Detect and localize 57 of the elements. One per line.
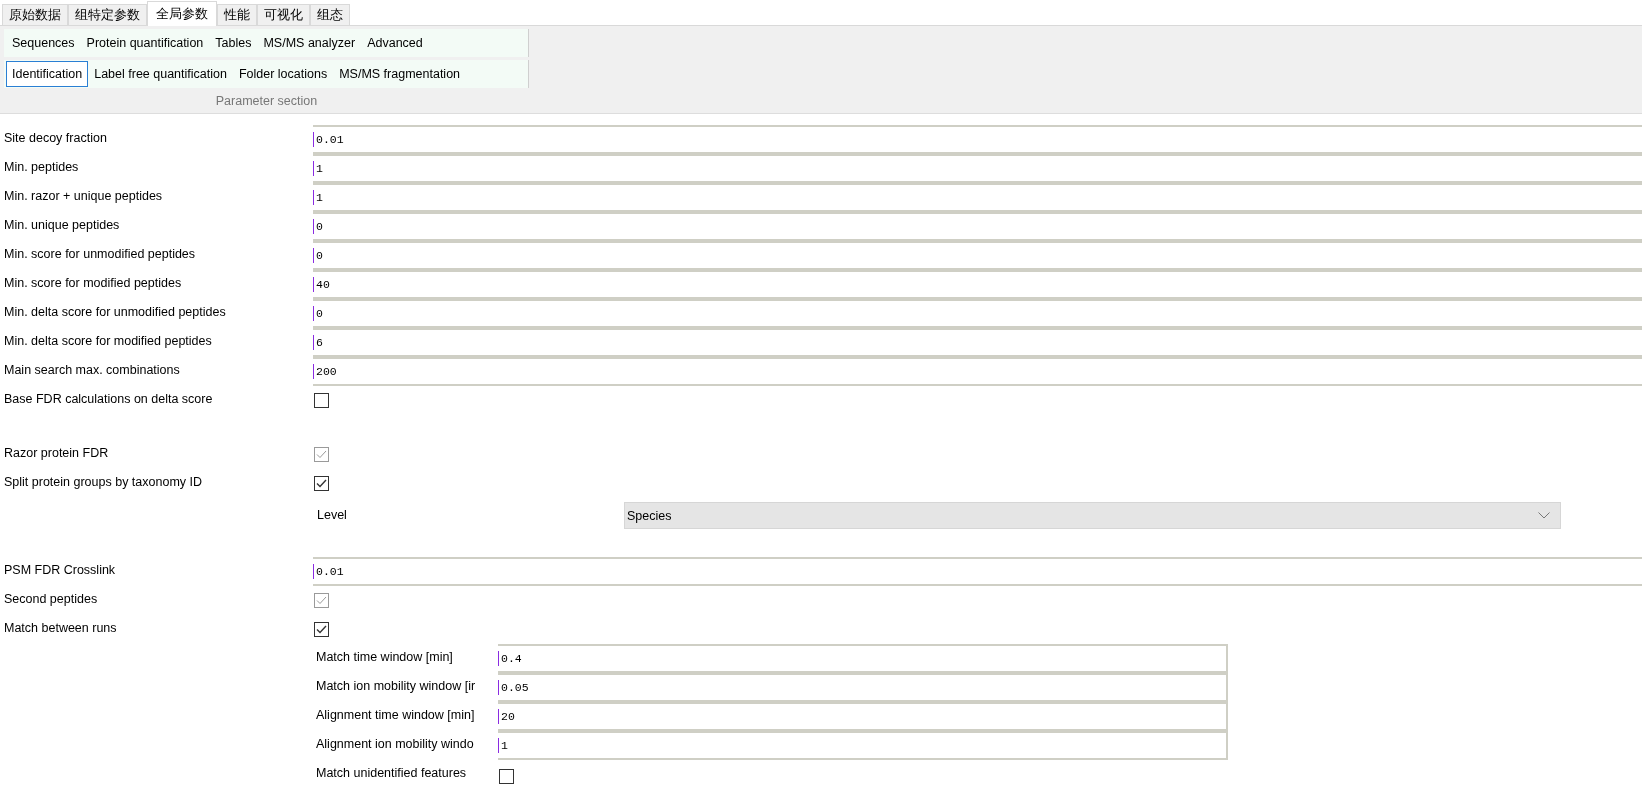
input-field[interactable]: 1	[313, 154, 1642, 183]
tab[interactable]: 组态	[310, 4, 350, 25]
input-field[interactable]: 0.4	[498, 644, 1228, 673]
section-tab[interactable]: Folder locations	[232, 61, 334, 87]
section-tab[interactable]: Advanced	[361, 30, 429, 56]
input-field[interactable]: 0	[313, 212, 1642, 241]
input-field[interactable]: 0	[313, 241, 1642, 270]
field-label: Alignment time window [min]	[315, 707, 476, 722]
field-label: Min. razor + unique peptides	[3, 188, 164, 203]
input-field[interactable]: 0.05	[498, 673, 1228, 702]
input-field[interactable]: 40	[313, 270, 1642, 299]
checkbox[interactable]	[314, 393, 329, 408]
input-field[interactable]: 200	[313, 357, 1642, 386]
field-label: PSM FDR Crosslink	[3, 562, 117, 577]
tab[interactable]: 性能	[217, 4, 257, 25]
tab[interactable]: 可视化	[257, 4, 310, 25]
field-label: Min. delta score for unmodified peptides	[3, 304, 227, 319]
checkbox[interactable]	[499, 769, 514, 784]
field-label: Min. delta score for modified peptides	[3, 333, 213, 348]
group-caption: Parameter section	[215, 94, 318, 108]
field-label: Second peptides	[3, 591, 99, 606]
field-label: Razor protein FDR	[3, 445, 110, 460]
field-label: Min. score for modified peptides	[3, 275, 183, 290]
input-field[interactable]: 1	[313, 183, 1642, 212]
field-label: Split protein groups by taxonomy ID	[3, 474, 204, 489]
field-label: Min. score for unmodified peptides	[3, 246, 197, 261]
section-tab[interactable]: Tables	[209, 30, 258, 56]
checkbox[interactable]	[314, 622, 329, 637]
tab[interactable]: 全局参数	[147, 1, 217, 26]
input-field[interactable]: 0.01	[313, 125, 1642, 154]
field-label: Match unidentified features	[315, 765, 468, 780]
input-field[interactable]: 0.01	[313, 557, 1642, 586]
section-tab[interactable]: Identification	[6, 61, 89, 87]
section-tab[interactable]: Sequences	[6, 30, 81, 56]
field-label: Level	[316, 507, 348, 522]
tab[interactable]: 原始数据	[2, 4, 68, 25]
section-tab[interactable]: Label free quantification	[88, 61, 233, 87]
field-label: Match time window [min]	[315, 649, 454, 664]
field-label: Alignment ion mobility windo	[315, 736, 475, 751]
checkbox[interactable]	[314, 476, 329, 491]
field-label: Match between runs	[3, 620, 118, 635]
field-label: Base FDR calculations on delta score	[3, 391, 214, 406]
field-label: Min. peptides	[3, 159, 80, 174]
field-label: Min. unique peptides	[3, 217, 121, 232]
input-field[interactable]: 0	[313, 299, 1642, 328]
tab[interactable]: 组特定参数	[68, 4, 147, 25]
input-field[interactable]: 20	[498, 702, 1228, 731]
input-field[interactable]: 6	[313, 328, 1642, 357]
section-tab[interactable]: Protein quantification	[80, 30, 210, 56]
field-label: Match ion mobility window [ir	[315, 678, 477, 693]
field-label: Site decoy fraction	[3, 130, 108, 145]
section-tab[interactable]: MS/MS analyzer	[257, 30, 362, 56]
field-label: Main search max. combinations	[3, 362, 181, 377]
section-tab[interactable]: MS/MS fragmentation	[333, 61, 467, 87]
input-field[interactable]: 1	[498, 731, 1228, 760]
chevron-down-icon	[1538, 512, 1550, 519]
dropdown[interactable]: Species	[624, 502, 1561, 529]
